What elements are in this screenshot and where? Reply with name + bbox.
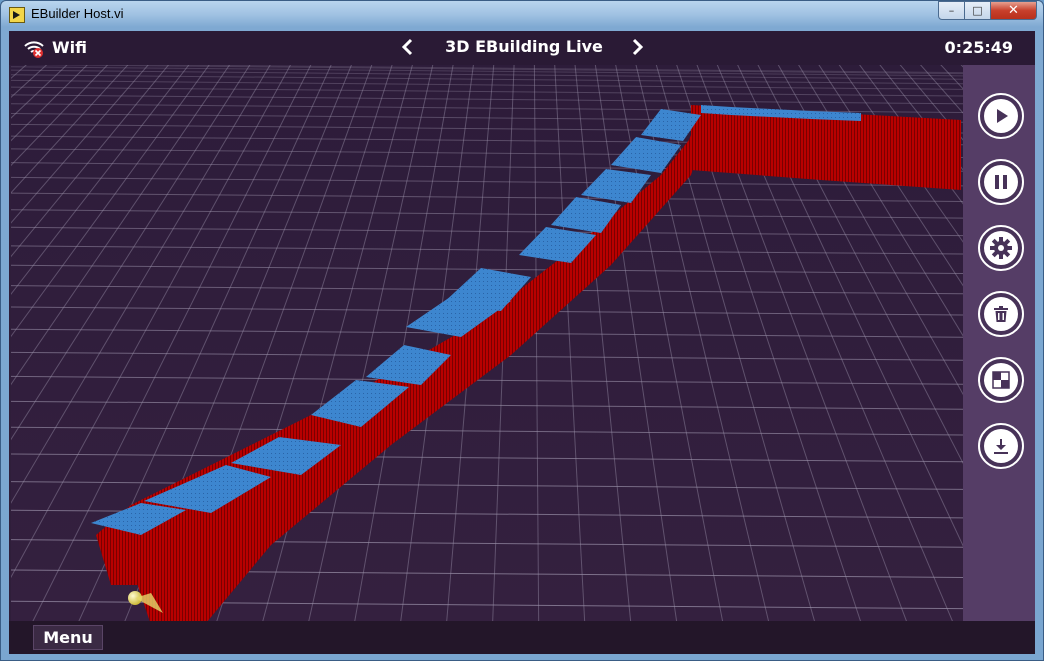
labview-app-icon <box>9 7 25 23</box>
download-button[interactable] <box>978 423 1024 469</box>
3d-viewport[interactable] <box>11 65 963 621</box>
grid-line <box>533 65 540 621</box>
title-bar[interactable]: EBuilder Host.vi – □ ✕ <box>1 1 1043 31</box>
previous-view-button[interactable] <box>398 36 418 58</box>
download-icon <box>994 439 1008 454</box>
grid-line <box>574 65 632 621</box>
chevron-left-icon <box>401 38 413 56</box>
scene-canvas <box>11 65 963 621</box>
client-area: Wifi 3D EBuilding Live 0:25:49 Menu <box>9 31 1035 654</box>
grid-line <box>11 226 963 237</box>
grid-line <box>11 209 963 219</box>
top-header: Wifi 3D EBuilding Live 0:25:49 <box>9 31 1035 65</box>
pause-icon <box>995 175 1007 189</box>
caption-buttons: – □ ✕ <box>938 1 1037 21</box>
pause-button[interactable] <box>978 159 1024 205</box>
next-view-button[interactable] <box>627 36 647 58</box>
view-title: 3D EBuilding Live <box>445 37 603 56</box>
grid-line <box>11 481 963 490</box>
application-window: EBuilder Host.vi – □ ✕ Wifi 3D EBuilding… <box>0 0 1044 661</box>
grid-line <box>554 65 586 621</box>
elapsed-time: 0:25:49 <box>944 38 1013 57</box>
trash-icon <box>994 306 1008 322</box>
wifi-disconnected-icon[interactable] <box>23 37 45 59</box>
snapshot-button[interactable] <box>978 357 1024 403</box>
gear-icon <box>990 237 1012 259</box>
connection-label: Wifi <box>52 38 87 57</box>
window-title: EBuilder Host.vi <box>31 6 124 21</box>
grid-line <box>11 426 963 436</box>
grid-line <box>11 375 963 385</box>
play-icon <box>997 109 1008 123</box>
chevron-right-icon <box>632 38 644 56</box>
right-toolbar <box>963 65 1035 621</box>
checker-icon <box>992 371 1010 389</box>
grid-line <box>11 245 963 255</box>
minimize-button[interactable]: – <box>938 1 965 20</box>
grid-line <box>11 94 963 105</box>
close-button[interactable]: ✕ <box>991 1 1037 20</box>
maximize-button[interactable]: □ <box>965 1 991 20</box>
menu-button[interactable]: Menu <box>33 625 103 650</box>
grid-line <box>11 192 963 202</box>
play-button[interactable] <box>978 93 1024 139</box>
settings-button[interactable] <box>978 225 1024 271</box>
grid-line <box>11 400 963 410</box>
bottom-bar: Menu <box>9 621 1035 654</box>
delete-button[interactable] <box>978 291 1024 337</box>
